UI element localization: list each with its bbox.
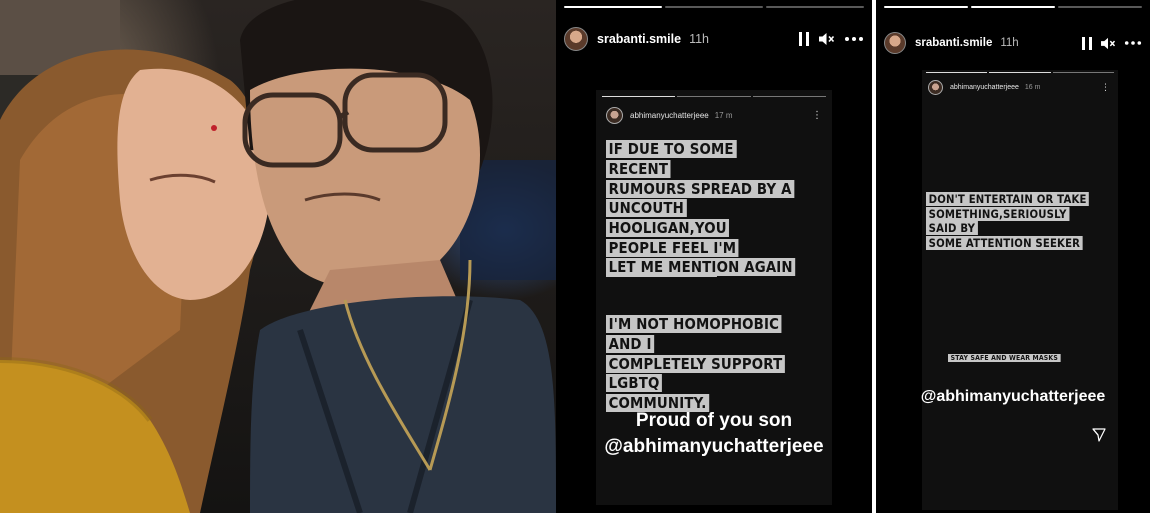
speaker-muted-icon[interactable]	[818, 32, 835, 46]
repost-username: abhimanyuchatterjeee	[950, 84, 1019, 91]
progress-segment	[564, 6, 662, 8]
repost-avatar	[606, 107, 623, 124]
pause-icon[interactable]	[1082, 36, 1092, 50]
mention-link[interactable]: @abhimanyuchatterjeee	[556, 436, 872, 458]
repost-timestamp: 16 m	[1024, 84, 1041, 91]
progress-segment	[1058, 6, 1142, 8]
avatar[interactable]	[884, 32, 906, 54]
photo-illustration	[0, 0, 556, 513]
small-text: STAY SAFE AND WEAR MASKS	[948, 354, 1061, 363]
story-panel-1[interactable]: srabanti.smile 11h abhimanyuchatterjeee	[556, 0, 872, 513]
paper-plane-icon[interactable]	[1092, 427, 1106, 446]
story-username[interactable]: srabanti.smile	[597, 32, 681, 46]
story-header: srabanti.smile 11h	[884, 30, 1142, 56]
story-timestamp: 11h	[689, 32, 710, 46]
text-block-2: LET ME MENTION AGAIN	[606, 258, 796, 278]
story-photo	[0, 0, 556, 513]
more-options-icon[interactable]	[844, 36, 864, 42]
repost-progress-bar	[602, 96, 826, 97]
repost-header: abhimanyuchatterjeee 17 m ⋮	[606, 107, 822, 124]
text-block-3: I'M NOT HOMOPHOBIC AND I COMPLETELY SUPP…	[606, 315, 800, 414]
progress-segment	[665, 6, 763, 8]
story-progress-bar	[564, 6, 864, 8]
avatar[interactable]	[564, 27, 588, 51]
speaker-muted-icon[interactable]	[1100, 37, 1116, 50]
story-header: srabanti.smile 11h	[564, 26, 864, 52]
story-username[interactable]: srabanti.smile	[915, 37, 992, 49]
progress-segment	[971, 6, 1055, 8]
pause-icon[interactable]	[799, 32, 809, 46]
repost-more-icon: ⋮	[812, 110, 822, 121]
reposted-story-card: abhimanyuchatterjeee 16 m ⋮ DON'T ENTERT…	[922, 70, 1118, 510]
repost-timestamp: 17 m	[714, 111, 733, 120]
story-caption: Proud of you son	[635, 410, 793, 431]
more-options-icon[interactable]	[1124, 40, 1142, 46]
story-progress-bar	[884, 6, 1142, 8]
repost-avatar	[928, 80, 943, 95]
progress-segment	[766, 6, 864, 8]
repost-username: abhimanyuchatterjeee	[630, 111, 709, 120]
progress-segment	[884, 6, 968, 8]
story-timestamp: 11h	[1000, 37, 1019, 49]
repost-progress-bar	[926, 72, 1114, 73]
mention-link[interactable]: @abhimanyuchatterjeee	[876, 388, 1150, 406]
repost-more-icon: ⋮	[1101, 82, 1110, 93]
repost-header: abhimanyuchatterjeee 16 m ⋮	[928, 80, 1110, 95]
story-panel-2[interactable]: srabanti.smile 11h abhimanyuchatterjeee	[876, 0, 1150, 513]
text-block: DON'T ENTERTAIN OR TAKE SOMETHING,SERIOU…	[926, 192, 1095, 251]
